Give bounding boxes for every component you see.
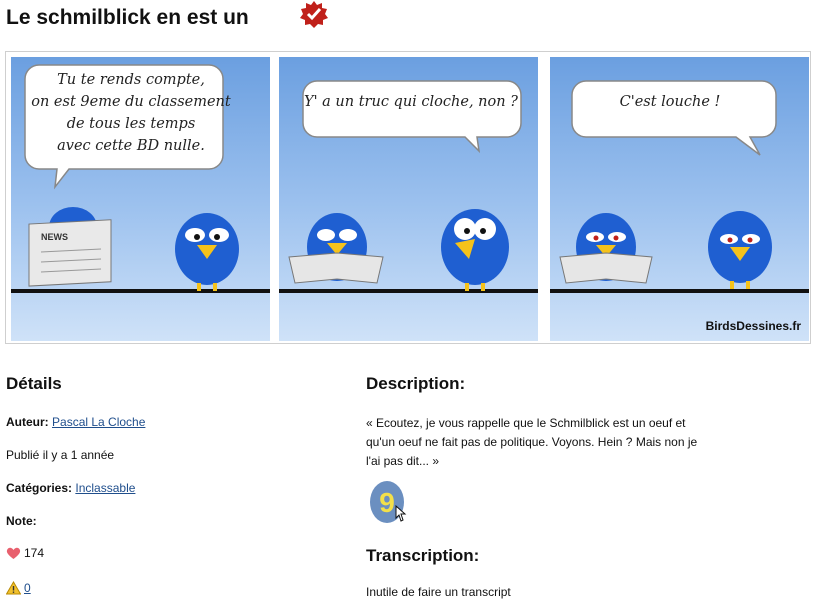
rating-label-text: Note:: [6, 514, 37, 528]
categories-row: Catégories: Inclassable: [6, 481, 135, 495]
watermark-logo: BirdsDessines.fr: [705, 319, 801, 333]
heart-icon[interactable]: [6, 547, 21, 560]
description-text: « Ecoutez, je vous rappelle que le Schmi…: [366, 416, 698, 468]
bubble-line: avec cette BD nulle.: [57, 138, 205, 154]
category-link[interactable]: Inclassable: [75, 481, 135, 495]
categories-label: Catégories:: [6, 481, 73, 495]
description-heading: Description:: [366, 374, 466, 393]
bubble-line: C'est louche !: [619, 94, 721, 110]
newspaper-label: NEWS: [41, 232, 68, 242]
speech-bubble-3: C'est louche !: [570, 91, 770, 113]
details-heading: Détails: [6, 374, 62, 393]
report-row[interactable]: 0: [6, 581, 31, 595]
bubble-line: on est 9eme du classement: [31, 94, 231, 110]
comic-panel-3: C'est louche ! BirdsDessines.fr: [550, 57, 809, 341]
details-section: Détails Auteur: Pascal La Cloche Publié …: [6, 374, 336, 595]
verified-badge-icon: [300, 1, 328, 28]
svg-text:9: 9: [379, 487, 395, 518]
bubble-line: de tous les temps: [66, 116, 196, 132]
bubble-line: Y' a un truc qui cloche, non ?: [304, 94, 518, 110]
comic-strip: Tu te rends compte, on est 9eme du class…: [5, 51, 811, 344]
likes-row[interactable]: 174: [6, 546, 44, 560]
speech-bubble-1: Tu te rends compte, on est 9eme du class…: [31, 69, 231, 157]
comic-panel-1: Tu te rends compte, on est 9eme du class…: [11, 57, 270, 341]
warning-icon[interactable]: [6, 581, 21, 595]
nine-egg-icon[interactable]: 9: [368, 480, 412, 526]
author-link[interactable]: Pascal La Cloche: [52, 415, 145, 429]
likes-count: 174: [24, 546, 45, 560]
speech-bubble-2: Y' a un truc qui cloche, non ?: [301, 91, 521, 113]
description-section: Description: « Ecoutez, je vous rappelle…: [366, 374, 726, 599]
bubble-line: Tu te rends compte,: [57, 72, 205, 88]
transcription-heading: Transcription:: [366, 546, 480, 565]
page-title: Le schmilblick en est un: [6, 6, 249, 29]
comic-panel-2: Y' a un truc qui cloche, non ?: [279, 57, 538, 341]
transcription-text: Inutile de faire un transcript: [366, 585, 511, 599]
author-label: Auteur:: [6, 415, 49, 429]
report-count-link[interactable]: 0: [24, 581, 31, 595]
rating-label: Note:: [6, 514, 37, 528]
author-row: Auteur: Pascal La Cloche: [6, 415, 145, 429]
published-date: Publié il y a 1 année: [6, 448, 115, 462]
